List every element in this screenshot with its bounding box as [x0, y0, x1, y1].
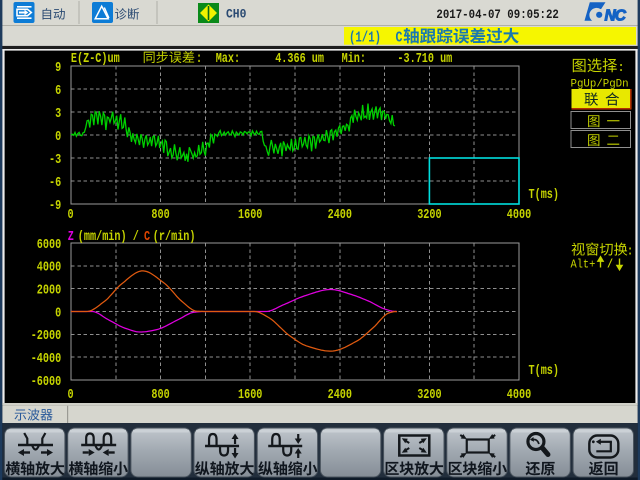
svg-text:(mm/min): (mm/min)	[78, 229, 127, 245]
svg-text:4000: 4000	[507, 207, 531, 223]
svg-text:4000: 4000	[37, 260, 61, 276]
svg-text:4000: 4000	[507, 387, 531, 403]
svg-text:/: /	[607, 258, 613, 272]
svg-text:-3.710 um: -3.710 um	[397, 51, 452, 67]
svg-text:T(ms): T(ms)	[529, 187, 560, 203]
svg-text:T(ms): T(ms)	[529, 363, 560, 379]
svg-text:1600: 1600	[238, 387, 262, 403]
svg-text:2400: 2400	[328, 207, 352, 223]
svg-text:NC: NC	[605, 8, 627, 25]
svg-text:(r/min): (r/min)	[153, 229, 196, 245]
svg-text:800: 800	[151, 207, 169, 223]
svg-text:-6000: -6000	[31, 374, 62, 390]
svg-text:0: 0	[68, 207, 74, 223]
svg-text:6: 6	[55, 83, 61, 99]
svg-text:2000: 2000	[37, 283, 61, 299]
svg-text:-6: -6	[49, 175, 61, 191]
svg-text:2400: 2400	[328, 387, 352, 403]
svg-text:Z: Z	[68, 229, 74, 245]
svg-text::: :	[627, 244, 633, 259]
svg-text:6000: 6000	[37, 237, 61, 253]
svg-text:-9: -9	[49, 198, 61, 214]
svg-text:0: 0	[68, 387, 74, 403]
svg-text:9: 9	[55, 60, 61, 76]
svg-text:3200: 3200	[417, 387, 441, 403]
svg-text:2017-04-07 09:05:22: 2017-04-07 09:05:22	[436, 7, 559, 22]
svg-text:C: C	[144, 229, 151, 245]
svg-text:Min:: Min:	[342, 51, 366, 67]
svg-text:3200: 3200	[417, 207, 441, 223]
svg-text:PgUp/PgDn: PgUp/PgDn	[571, 79, 629, 91]
svg-text::: :	[618, 60, 624, 75]
svg-text:4.366 um: 4.366 um	[275, 51, 324, 67]
svg-text:Alt+: Alt+	[571, 258, 596, 272]
svg-text:3: 3	[55, 106, 61, 122]
svg-text:1600: 1600	[238, 207, 262, 223]
svg-text::: :	[196, 51, 202, 67]
svg-text:E(Z-C)um: E(Z-C)um	[71, 51, 120, 67]
svg-text:(1/1): (1/1)	[349, 30, 381, 47]
svg-text:800: 800	[151, 387, 169, 403]
svg-text:-4000: -4000	[31, 351, 62, 367]
svg-text:-3: -3	[49, 152, 61, 168]
svg-text:C: C	[396, 30, 403, 47]
svg-text:-2000: -2000	[31, 328, 62, 344]
svg-text:/: /	[133, 229, 139, 245]
svg-text:Max:: Max:	[216, 51, 240, 67]
svg-text:0: 0	[55, 305, 61, 321]
svg-text:0: 0	[55, 129, 61, 145]
svg-text:CH0: CH0	[226, 7, 247, 22]
